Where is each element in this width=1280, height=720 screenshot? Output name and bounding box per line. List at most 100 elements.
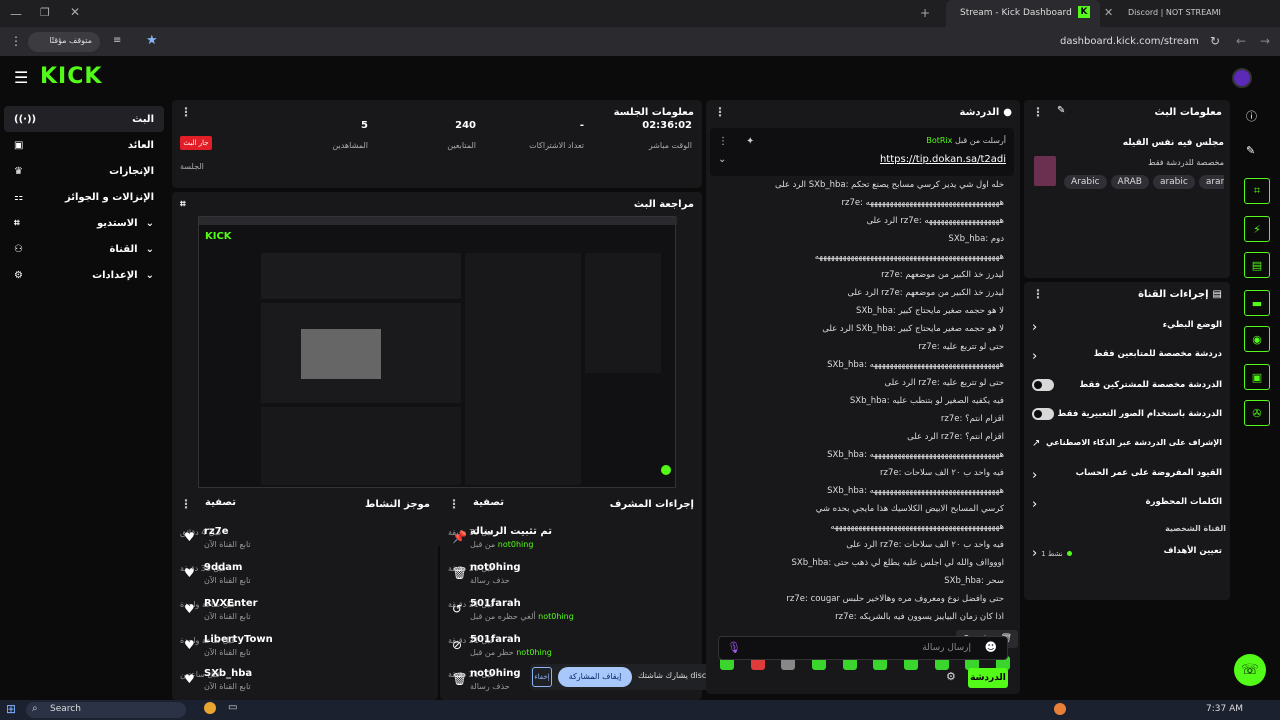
support-chat-icon[interactable]: ☏: [1234, 654, 1266, 686]
filter-button[interactable]: تصفية: [473, 497, 504, 511]
mod-action-name[interactable]: not0hing: [470, 668, 521, 679]
chat-message: SXb_hba: فيه يكفيه الصغير لو بتنطب عليه: [849, 396, 1004, 406]
activity-name[interactable]: SXb_hba: [204, 668, 252, 679]
chevron-down-icon[interactable]: ⌄: [718, 154, 726, 165]
mod-action-name[interactable]: not0hing: [470, 562, 521, 573]
tag-pill[interactable]: arar: [1198, 175, 1224, 189]
chat-settings-gear-icon[interactable]: ⚙: [946, 670, 956, 683]
emoji-icon[interactable]: ☻: [984, 640, 997, 654]
nav-item-channel[interactable]: ⚇ القناة ⌄: [4, 236, 164, 262]
pinned-by-label: BotRix أرسلت من قبل: [926, 136, 1006, 145]
mod-action-name[interactable]: 501farah: [470, 634, 552, 645]
reload-icon[interactable]: ↻: [1210, 34, 1220, 48]
filter-button[interactable]: تصفية: [205, 497, 236, 511]
pencil-icon[interactable]: ✎: [1246, 144, 1255, 157]
url-text[interactable]: dashboard.kick.com/stream: [1060, 36, 1199, 47]
new-tab-icon[interactable]: +: [920, 6, 930, 20]
weather-icon[interactable]: [1054, 703, 1066, 715]
taskbar-search[interactable]: ⌕ Search: [26, 702, 186, 718]
user-avatar[interactable]: [1232, 68, 1252, 88]
rail-wrench-icon[interactable]: ✇: [1244, 400, 1270, 426]
bookmark-star-icon[interactable]: ★: [146, 33, 158, 48]
activity-name[interactable]: RVXEnter: [204, 598, 258, 609]
camera-icon[interactable]: ⌗: [180, 199, 186, 210]
pinned-user[interactable]: BotRix: [926, 136, 952, 145]
goals-row[interactable]: › نشط 1 تعيين الأهداف: [1032, 546, 1222, 561]
channel-actions-panel: ⋮ إجراءات القناة ▤ › الوضع البطيء › دردشة م…: [1024, 282, 1230, 600]
kebab-menu-icon[interactable]: ⋮: [718, 136, 728, 147]
microphone-icon[interactable]: 🎙: [727, 641, 741, 654]
hide-share-button[interactable]: إخفاء: [532, 667, 552, 687]
mod-action-by[interactable]: not0hing: [516, 648, 552, 657]
chrome-taskbar-icon[interactable]: [204, 702, 216, 714]
tag-pill[interactable]: ARAB: [1110, 175, 1149, 189]
forward-icon[interactable]: →: [1260, 34, 1270, 48]
activity-row: قبل ساعة واحدة RVXEnter تابع القناة الآن …: [180, 598, 430, 632]
stream-category[interactable]: مخصصة للدردشة فقط: [1060, 158, 1224, 167]
nav-item-achievements[interactable]: ♛ الإنجازات: [4, 158, 164, 184]
menu-dots-icon[interactable]: ⋮: [10, 34, 22, 48]
stop-sharing-button[interactable]: إيقاف المشاركة: [558, 667, 632, 687]
edit-icon[interactable]: ✎: [1057, 105, 1065, 119]
reader-icon[interactable]: ≡: [113, 35, 121, 46]
shield-icon: ▤: [1212, 288, 1222, 300]
close-tab-icon[interactable]: ✕: [1104, 6, 1113, 19]
activity-text: LibertyTown تابع القناة الآن: [204, 634, 273, 657]
info-icon[interactable]: ⓘ: [1246, 108, 1257, 124]
kebab-menu-icon[interactable]: ⋮: [448, 497, 460, 511]
chat-message: الرد على rz7e: فيه واحد ب ٢٠ الف سلاحات: [846, 540, 1004, 550]
nav-item-studio[interactable]: ⌗ الاستديو ⌄: [4, 210, 164, 236]
send-chat-button[interactable]: الدردشة: [968, 668, 1008, 688]
nav-item-drops[interactable]: ⚏ الإنزالات و الجوائز: [4, 184, 164, 210]
kebab-menu-icon[interactable]: ⋮: [714, 105, 726, 119]
chat-panel: ⋮ الدردشة ● ⋮ ✦ BotRix أرسلت من قبل https…: [706, 100, 1020, 694]
rail-broadcast-icon[interactable]: ◉: [1244, 326, 1270, 352]
nav-item-revenue[interactable]: ▣ العائد: [4, 132, 164, 158]
kebab-menu-icon[interactable]: ⋮: [1032, 287, 1044, 301]
chat-input[interactable]: 🎙 إرسال رسالة ☻: [718, 636, 1008, 660]
preview-video-box: [261, 303, 461, 403]
minimize-icon[interactable]: —: [10, 7, 22, 21]
restore-icon[interactable]: ❐: [40, 6, 50, 19]
explorer-taskbar-icon[interactable]: ▭: [228, 702, 237, 713]
activity-name[interactable]: rz7e: [204, 526, 251, 537]
mod-action-by[interactable]: not0hing: [498, 540, 534, 549]
tab-kick-dashboard[interactable]: Stream - Kick Dashboard K: [946, 0, 1100, 28]
back-icon[interactable]: ←: [1236, 34, 1246, 48]
rail-camera-icon[interactable]: ⌗: [1244, 178, 1270, 204]
activity-name[interactable]: LibertyTown: [204, 634, 273, 645]
kick-logo[interactable]: KICK: [40, 64, 102, 89]
mod-action-name[interactable]: 501farah: [470, 598, 574, 609]
channel-action-row[interactable]: › القيود المفروضة على عمر الحساب: [1032, 468, 1222, 483]
windows-start-icon[interactable]: ⊞: [6, 702, 16, 716]
rail-lightning-icon[interactable]: ⚡: [1244, 216, 1270, 242]
stream-preview-video[interactable]: KICK: [198, 216, 677, 488]
channel-action-row[interactable]: › الوضع البطيء: [1032, 320, 1222, 335]
pinned-link[interactable]: https://tip.dokan.sa/t2adi: [880, 154, 1006, 165]
money-icon: ▣: [14, 139, 24, 151]
rail-document-icon[interactable]: ▤: [1244, 252, 1270, 278]
close-window-icon[interactable]: ✕: [70, 5, 80, 19]
rail-chat-icon[interactable]: ▬: [1244, 290, 1270, 316]
emote-only-toggle[interactable]: [1032, 408, 1054, 420]
mod-action-by[interactable]: not0hing: [538, 612, 574, 621]
channel-action-row[interactable]: ↗ الإشراف على الدردشة عبر الذكاء الاصطناع…: [1032, 438, 1222, 449]
hamburger-menu-icon[interactable]: ☰: [14, 68, 28, 87]
rail-shield-icon[interactable]: ▣: [1244, 364, 1270, 390]
paused-chip[interactable]: متوقف مؤقتًا: [28, 32, 100, 52]
tag-pill[interactable]: Arabic: [1064, 175, 1107, 189]
pinned-message: ⋮ ✦ BotRix أرسلت من قبل https://tip.doka…: [710, 128, 1014, 176]
activity-name[interactable]: 9ddam: [204, 562, 251, 573]
channel-action-row[interactable]: › الكلمات المحظورة: [1032, 497, 1222, 512]
chat-message: كرسي المسابح الابيض الكلاسيك هذا مايجي ب…: [815, 504, 1004, 514]
nav-item-stream[interactable]: ((·)) البث: [4, 106, 164, 132]
channel-action-row[interactable]: › دردشة مخصصة للمتابعين فقط: [1032, 349, 1222, 364]
category-thumbnail[interactable]: [1034, 156, 1056, 186]
subscribers-only-toggle[interactable]: [1032, 379, 1054, 391]
kebab-menu-icon[interactable]: ⋮: [180, 105, 192, 119]
tab-discord[interactable]: Discord | NOT STREAMI: [1120, 0, 1270, 28]
kebab-menu-icon[interactable]: ⋮: [180, 497, 192, 511]
tag-pill[interactable]: arabic: [1152, 175, 1195, 189]
kebab-menu-icon[interactable]: ⋮: [1032, 105, 1044, 119]
nav-item-settings[interactable]: ⚙ الإعدادات ⌄: [4, 262, 164, 288]
